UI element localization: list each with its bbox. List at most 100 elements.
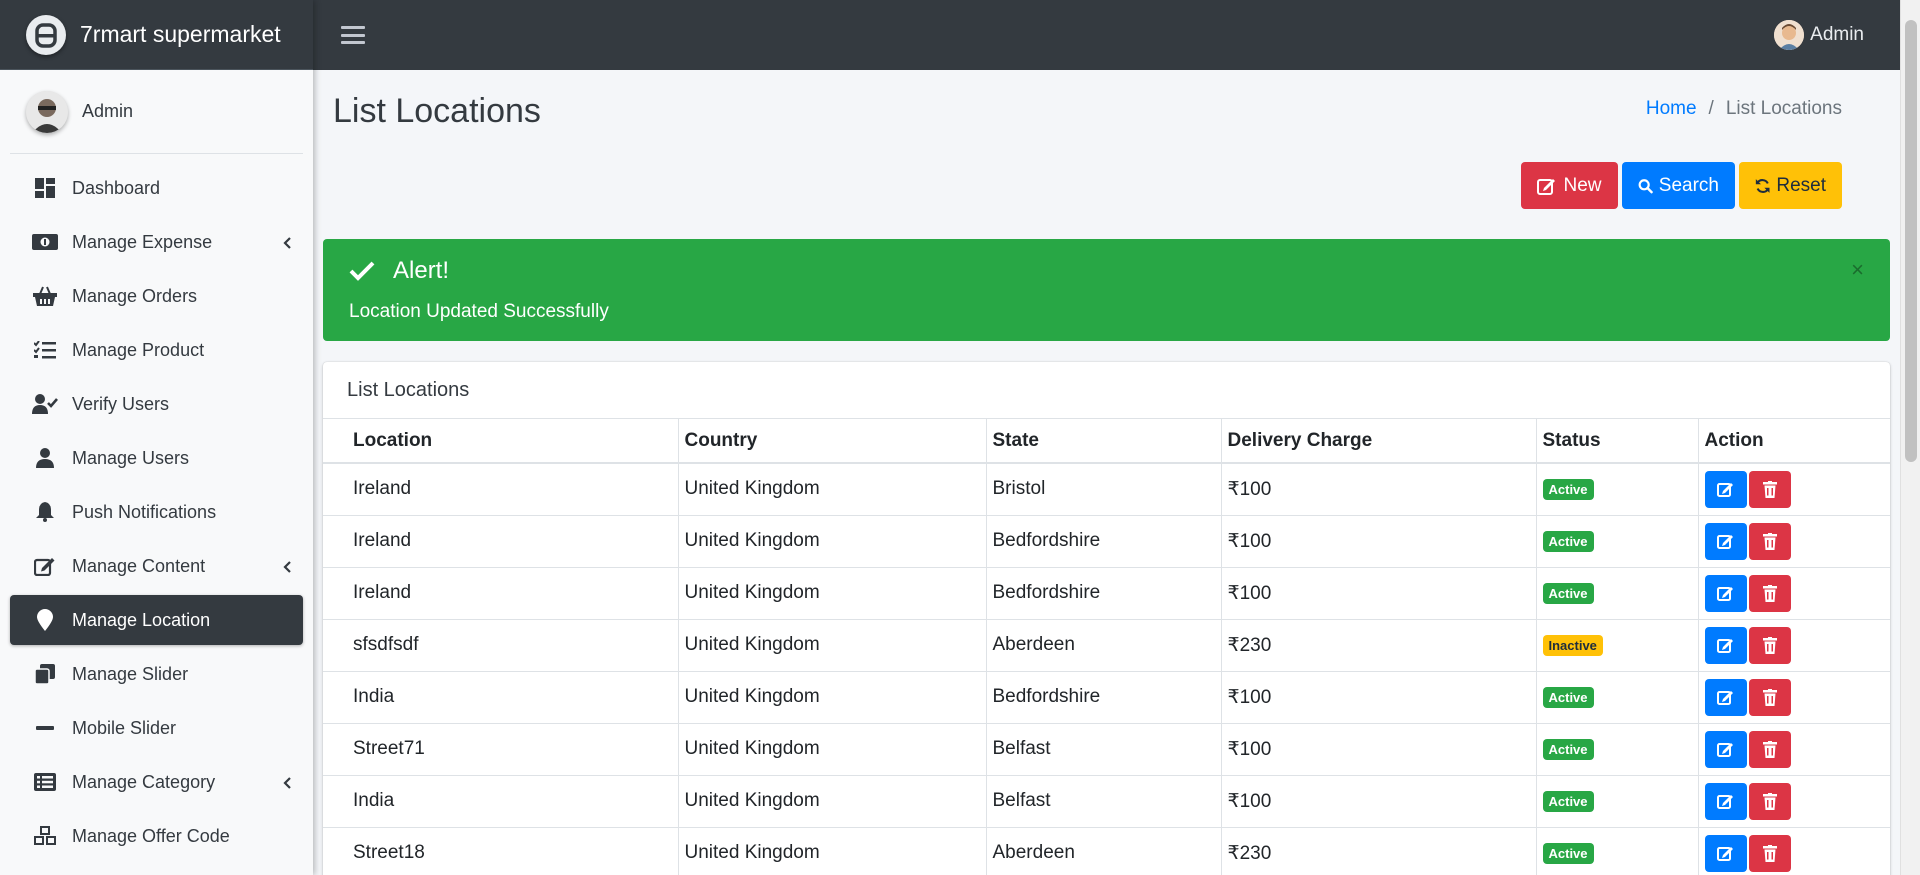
- table-row: Street71 United Kingdom Belfast ₹100 Active: [323, 723, 1890, 776]
- column-header-delivery-charge[interactable]: Delivery Charge: [1221, 419, 1537, 464]
- edit-row-button[interactable]: [1704, 470, 1747, 508]
- sidebar-item-mobile-slider[interactable]: Mobile Slider: [10, 703, 303, 753]
- cell-action: [1698, 671, 1890, 724]
- sidebar-item-push-notifications[interactable]: Push Notifications: [10, 487, 303, 537]
- edit-row-button[interactable]: [1704, 782, 1747, 820]
- cell-country: United Kingdom: [678, 775, 987, 828]
- sidebar-item-manage-slider[interactable]: Manage Slider: [10, 649, 303, 699]
- edit-row-button[interactable]: [1704, 574, 1747, 612]
- search-button[interactable]: Search: [1622, 162, 1735, 209]
- cell-charge: ₹100: [1221, 463, 1537, 516]
- sidebar-item-label: Manage Product: [72, 339, 205, 360]
- cell-state: Bedfordshire: [986, 567, 1222, 620]
- cell-country: United Kingdom: [678, 515, 987, 568]
- status-badge[interactable]: Active: [1542, 479, 1594, 501]
- new-button[interactable]: New: [1521, 162, 1618, 209]
- status-badge[interactable]: Active: [1542, 739, 1594, 760]
- edit-row-button[interactable]: [1704, 834, 1747, 872]
- sidebar-item-manage-offer-code[interactable]: Manage Offer Code: [10, 811, 303, 861]
- cell-charge: ₹100: [1221, 775, 1537, 828]
- status-badge[interactable]: Active: [1542, 687, 1594, 708]
- cell-state: Belfast: [986, 775, 1222, 828]
- alert-title-text: Alert!: [393, 257, 450, 284]
- delete-row-button[interactable]: [1748, 834, 1791, 872]
- column-header-state[interactable]: State: [986, 419, 1222, 464]
- edit-row-button[interactable]: [1704, 522, 1747, 560]
- page-scrollbar[interactable]: [1900, 0, 1920, 875]
- cell-location: Ireland: [323, 567, 679, 620]
- scrollbar-thumb[interactable]: [1905, 20, 1917, 462]
- table-row: India United Kingdom Bedfordshire ₹100 Activ…: [323, 671, 1890, 724]
- sidebar-item-dashboard[interactable]: Dashboard: [10, 163, 303, 213]
- breadcrumb-current: List Locations: [1725, 98, 1842, 119]
- sidebar-item-manage-users[interactable]: Manage Users: [10, 433, 303, 483]
- cell-location: sfsdfsdf: [323, 619, 679, 672]
- edit-icon: [1537, 178, 1556, 195]
- sidebar-item-label: Manage Orders: [72, 285, 198, 306]
- delete-row-button[interactable]: [1748, 730, 1791, 768]
- cell-state: Belfast: [986, 723, 1222, 776]
- edit-icon: [32, 555, 58, 577]
- cell-action: [1698, 515, 1890, 568]
- chevron-left-icon: [283, 773, 291, 794]
- breadcrumb-separator: /: [1708, 98, 1714, 119]
- sidebar-item-manage-product[interactable]: Manage Product: [10, 325, 303, 375]
- delete-row-button[interactable]: [1748, 782, 1791, 820]
- alert-title: Alert!: [349, 257, 449, 285]
- close-icon[interactable]: ×: [1851, 257, 1864, 283]
- table-row: Street18 United Kingdom Aberdeen ₹230 Active: [323, 827, 1890, 875]
- toolbar: New Search Reset: [1521, 162, 1842, 209]
- edit-row-button[interactable]: [1704, 730, 1747, 768]
- sidebar-user-panel[interactable]: Admin: [10, 70, 303, 154]
- sidebar-item-label: Verify Users: [72, 393, 170, 414]
- sidebar-item-manage-expense[interactable]: Manage Expense: [10, 217, 303, 267]
- map-marker-icon: [32, 609, 58, 631]
- sidebar-item-manage-location[interactable]: Manage Location: [10, 595, 303, 645]
- sidebar-item-manage-category[interactable]: Manage Category: [10, 757, 303, 807]
- status-badge[interactable]: Active: [1542, 791, 1594, 812]
- cell-action: [1698, 723, 1890, 776]
- edit-row-button[interactable]: [1704, 678, 1747, 716]
- status-badge[interactable]: Inactive: [1542, 635, 1603, 656]
- money-icon: [32, 231, 58, 253]
- status-badge[interactable]: Active: [1542, 843, 1594, 864]
- cell-country: United Kingdom: [678, 567, 987, 620]
- delete-row-button[interactable]: [1748, 678, 1791, 716]
- cell-status: Active: [1536, 567, 1699, 620]
- delete-row-button[interactable]: [1748, 470, 1791, 508]
- column-header-location[interactable]: Location: [323, 419, 679, 464]
- column-header-status[interactable]: Status: [1536, 419, 1699, 464]
- delete-row-button[interactable]: [1748, 626, 1791, 664]
- cell-status: Active: [1536, 827, 1699, 875]
- sidebar-item-label: Mobile Slider: [72, 717, 177, 738]
- basket-icon: [32, 285, 58, 307]
- chevron-left-icon: [283, 233, 291, 254]
- cell-status: Inactive: [1536, 619, 1699, 672]
- column-header-action[interactable]: Action: [1698, 419, 1890, 464]
- cell-action: [1698, 463, 1890, 516]
- brand-link[interactable]: 7rmart supermarket: [0, 0, 313, 70]
- delete-row-button[interactable]: [1748, 522, 1791, 560]
- breadcrumb-home-link[interactable]: Home: [1646, 98, 1697, 120]
- locations-card: List Locations Location Country State Deliv…: [323, 362, 1890, 875]
- delete-row-button[interactable]: [1748, 574, 1791, 612]
- check-icon: [349, 261, 375, 281]
- column-header-country[interactable]: Country: [678, 419, 987, 464]
- user-check-icon: [32, 393, 58, 415]
- cell-location: Street71: [323, 723, 679, 776]
- top-user-menu[interactable]: Admin: [1774, 20, 1864, 50]
- hamburger-menu-icon[interactable]: [341, 24, 365, 46]
- sidebar-item-verify-users[interactable]: Verify Users: [10, 379, 303, 429]
- cell-action: [1698, 775, 1890, 828]
- status-badge[interactable]: Active: [1542, 531, 1594, 552]
- reset-button[interactable]: Reset: [1739, 162, 1842, 209]
- edit-row-button[interactable]: [1704, 626, 1747, 664]
- status-badge[interactable]: Active: [1542, 583, 1594, 604]
- sidebar-item-label: Dashboard: [72, 177, 161, 198]
- sidebar-item-manage-orders[interactable]: Manage Orders: [10, 271, 303, 321]
- breadcrumb: Home / List Locations: [1646, 98, 1842, 120]
- sidebar-item-label: Push Notifications: [72, 501, 217, 522]
- bell-icon: [32, 501, 58, 523]
- sidebar-item-manage-content[interactable]: Manage Content: [10, 541, 303, 591]
- cell-status: Active: [1536, 515, 1699, 568]
